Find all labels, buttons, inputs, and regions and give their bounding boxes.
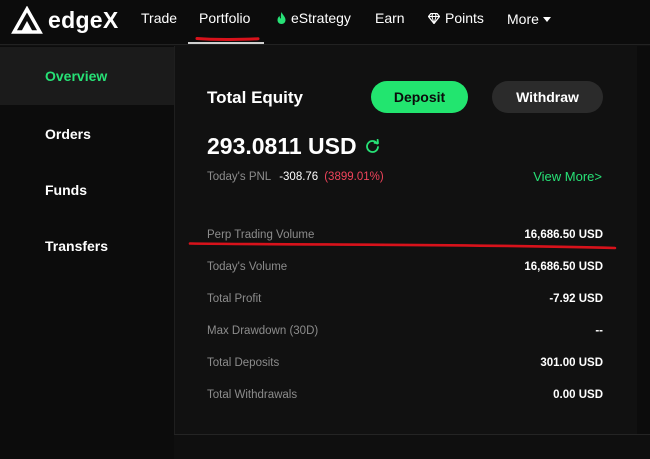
stat-label: Total Profit <box>207 293 262 305</box>
nav-more[interactable]: More <box>507 11 551 27</box>
sidebar-item-transfers-label: Transfers <box>45 238 109 254</box>
edgex-logo-icon <box>11 6 43 34</box>
stat-value: -7.92 USD <box>549 293 603 305</box>
total-equity-title: Total Equity <box>207 88 304 107</box>
stat-row-max-drawdown: Max Drawdown (30D) -- <box>207 322 603 340</box>
nav-estrategy[interactable]: eStrategy <box>277 10 351 26</box>
panel-footer-area <box>174 435 650 459</box>
stat-label: Total Deposits <box>207 357 280 369</box>
stat-value: 301.00 USD <box>540 357 603 369</box>
stat-label: Total Withdrawals <box>207 389 298 401</box>
stat-row-total-profit: Total Profit -7.92 USD <box>207 290 603 308</box>
stat-value: 0.00 USD <box>553 389 603 401</box>
pnl-label: Today's PNL <box>207 171 272 183</box>
sidebar-item-funds[interactable]: Funds <box>0 161 174 219</box>
edgex-logo[interactable]: edgeX <box>10 6 119 34</box>
nav-portfolio-label: Portfolio <box>199 10 251 26</box>
stat-label: Max Drawdown (30D) <box>207 325 319 337</box>
nav-estrategy-label: eStrategy <box>291 10 351 26</box>
sidebar-item-orders[interactable]: Orders <box>0 105 174 163</box>
stat-label: Perp Trading Volume <box>207 229 315 241</box>
stat-label: Today's Volume <box>207 261 288 273</box>
page-scrollbar-track[interactable] <box>637 46 650 459</box>
sidebar-item-overview[interactable]: Overview <box>0 47 174 105</box>
sidebar-item-orders-label: Orders <box>45 126 91 142</box>
nav-trade-label: Trade <box>141 10 178 26</box>
stat-row-total-withdrawals: Total Withdrawals 0.00 USD <box>207 386 603 404</box>
nav-more-label: More <box>507 11 539 27</box>
sidebar-item-funds-label: Funds <box>45 182 87 198</box>
refresh-icon[interactable] <box>365 139 380 154</box>
stat-value: -- <box>595 325 603 337</box>
pnl-percent: (3899.01%) <box>324 171 384 183</box>
deposit-button[interactable]: Deposit <box>371 81 468 113</box>
diamond-icon <box>428 12 440 24</box>
caret-down-icon <box>542 16 551 22</box>
stat-row-perp-trading-volume: Perp Trading Volume 16,686.50 USD <box>207 226 603 244</box>
sidebar-item-transfers[interactable]: Transfers <box>0 217 174 275</box>
flame-icon <box>277 12 286 24</box>
total-equity-value-row: 293.0811 USD <box>207 133 380 160</box>
portfolio-sidebar: Overview Orders Funds Transfers <box>0 46 174 459</box>
nav-trade[interactable]: Trade <box>141 10 177 26</box>
pnl-value: -308.76 <box>279 171 319 183</box>
stat-value: 16,686.50 USD <box>524 229 603 241</box>
top-navigation-bar: edgeX Trade Portfolio eStrategy Earn Poi… <box>0 0 650 45</box>
nav-earn-label: Earn <box>375 10 405 26</box>
nav-portfolio[interactable]: Portfolio <box>199 10 250 26</box>
total-equity-value: 293.0811 USD <box>207 133 357 159</box>
nav-points-label: Points <box>445 10 484 26</box>
panel-divider <box>174 434 650 435</box>
view-more-link[interactable]: View More> <box>533 169 602 184</box>
active-nav-indicator <box>188 42 264 44</box>
stat-row-total-deposits: Total Deposits 301.00 USD <box>207 354 603 372</box>
brand-name: edgeX <box>48 6 119 33</box>
withdraw-button[interactable]: Withdraw <box>492 81 603 113</box>
sidebar-item-overview-label: Overview <box>45 68 108 84</box>
stat-row-todays-volume: Today's Volume 16,686.50 USD <box>207 258 603 276</box>
nav-earn[interactable]: Earn <box>375 10 405 26</box>
todays-pnl-row: Today's PNL -308.76 (3899.01%) <box>207 171 384 183</box>
stat-value: 16,686.50 USD <box>524 261 603 273</box>
nav-points[interactable]: Points <box>428 10 484 26</box>
